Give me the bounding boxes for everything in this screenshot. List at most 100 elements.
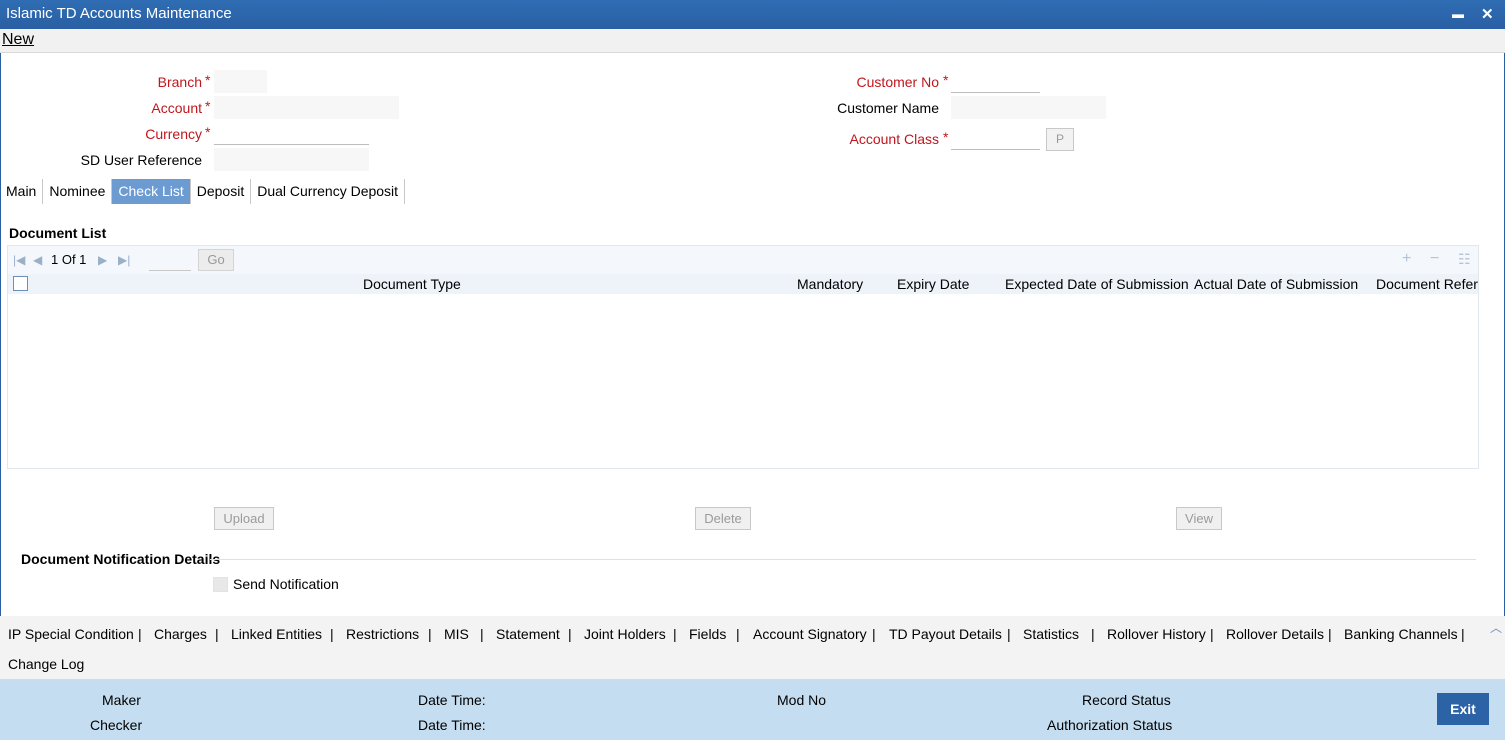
- tab-check-list[interactable]: Check List: [112, 179, 191, 204]
- link-statement[interactable]: Statement: [496, 626, 560, 642]
- document-list-grid: |◀ ◀ 1 Of 1 ▶ ▶| Go + − ☷ Document Type …: [7, 245, 1479, 469]
- separator: |: [1091, 626, 1095, 642]
- account-label: Account: [151, 100, 202, 116]
- currency-field[interactable]: [214, 122, 369, 145]
- next-page-icon[interactable]: ▶: [98, 253, 107, 267]
- tab-dual-currency-deposit[interactable]: Dual Currency Deposit: [251, 179, 406, 204]
- link-mis[interactable]: MIS: [444, 626, 469, 642]
- link-td-payout-details[interactable]: TD Payout Details: [889, 626, 1002, 642]
- required-mark: *: [205, 98, 211, 114]
- checker-label: Checker: [90, 717, 143, 733]
- go-button[interactable]: Go: [198, 249, 234, 271]
- customer-no-label: Customer No: [856, 74, 939, 90]
- previous-page-icon[interactable]: ◀: [33, 253, 42, 267]
- document-list-title: Document List: [9, 225, 107, 241]
- customer-name-field[interactable]: [951, 96, 1106, 119]
- column-expected-date[interactable]: Expected Date of Submission: [1005, 276, 1189, 292]
- column-actual-date[interactable]: Actual Date of Submission: [1194, 276, 1358, 292]
- minimize-icon[interactable]: ▬: [1452, 7, 1464, 21]
- upload-button[interactable]: Upload: [214, 507, 274, 530]
- tab-main[interactable]: Main: [0, 179, 44, 204]
- authorization-status-label: Authorization Status: [1047, 717, 1173, 733]
- column-document-type[interactable]: Document Type: [363, 276, 461, 292]
- column-document-reference[interactable]: Document Referen: [1376, 276, 1478, 292]
- grid-header: Document Type Mandatory Expiry Date Expe…: [8, 274, 1478, 294]
- link-joint-holders[interactable]: Joint Holders: [584, 626, 666, 642]
- maker-label: Maker: [102, 692, 141, 708]
- link-banking-channels[interactable]: Banking Channels: [1344, 626, 1458, 642]
- link-rollover-details[interactable]: Rollover Details: [1226, 626, 1324, 642]
- separator: |: [1007, 626, 1011, 642]
- separator: |: [330, 626, 334, 642]
- customer-name-label: Customer Name: [837, 100, 939, 116]
- first-page-icon[interactable]: |◀: [13, 253, 25, 267]
- required-mark: *: [943, 72, 949, 88]
- link-change-log[interactable]: Change Log: [8, 656, 84, 672]
- link-account-signatory[interactable]: Account Signatory: [753, 626, 867, 642]
- link-rollover-history[interactable]: Rollover History: [1107, 626, 1206, 642]
- tab-bar: Main Nominee Check List Deposit Dual Cur…: [0, 179, 406, 204]
- link-linked-entities[interactable]: Linked Entities: [231, 626, 322, 642]
- delete-button[interactable]: Delete: [695, 507, 751, 530]
- tab-nominee[interactable]: Nominee: [43, 179, 113, 204]
- link-restrictions[interactable]: Restrictions: [346, 626, 419, 642]
- tab-deposit[interactable]: Deposit: [191, 179, 252, 204]
- notification-title: Document Notification Details: [21, 551, 221, 567]
- sd-user-reference-field[interactable]: [214, 148, 369, 171]
- customer-no-field[interactable]: [951, 70, 1040, 93]
- link-ip-special-condition[interactable]: IP Special Condition: [8, 626, 134, 642]
- required-mark: *: [205, 124, 211, 140]
- record-status-label: Record Status: [1082, 692, 1171, 708]
- list-view-icon[interactable]: ☷: [1458, 251, 1471, 268]
- account-class-lookup-button[interactable]: P: [1046, 128, 1074, 151]
- audit-bar: Maker Checker Date Time: Date Time: Mod …: [0, 679, 1505, 740]
- separator: |: [872, 626, 876, 642]
- menu-bar: New: [0, 29, 1505, 53]
- window-titlebar: Islamic TD Accounts Maintenance ▬ ✕: [0, 0, 1505, 29]
- add-row-icon[interactable]: +: [1402, 250, 1411, 268]
- separator: |: [480, 626, 484, 642]
- maker-date-time-label: Date Time:: [418, 692, 486, 708]
- mod-no-label: Mod No: [777, 692, 827, 708]
- delete-row-icon[interactable]: −: [1430, 250, 1439, 268]
- required-mark: *: [205, 72, 211, 88]
- branch-label: Branch: [157, 74, 202, 90]
- column-mandatory[interactable]: Mandatory: [797, 276, 863, 292]
- required-mark: *: [943, 129, 949, 145]
- account-field[interactable]: [214, 96, 399, 119]
- currency-label: Currency: [145, 126, 202, 142]
- branch-field[interactable]: [214, 70, 267, 93]
- column-expiry-date[interactable]: Expiry Date: [897, 276, 969, 292]
- link-statistics[interactable]: Statistics: [1023, 626, 1079, 642]
- link-charges[interactable]: Charges: [154, 626, 207, 642]
- checker-date-time-label: Date Time:: [418, 717, 486, 733]
- exit-button[interactable]: Exit: [1437, 693, 1489, 725]
- window-title: Islamic TD Accounts Maintenance: [6, 5, 232, 22]
- grid-pager: |◀ ◀ 1 Of 1 ▶ ▶| Go + − ☷: [8, 246, 1478, 274]
- page-count: 1 Of 1: [51, 252, 87, 267]
- sd-user-reference-label: SD User Reference: [80, 152, 202, 168]
- select-all-checkbox[interactable]: [13, 276, 28, 291]
- separator: |: [673, 626, 677, 642]
- last-page-icon[interactable]: ▶|: [118, 253, 130, 267]
- new-menu-item[interactable]: New: [2, 31, 34, 49]
- account-class-field[interactable]: [951, 127, 1040, 150]
- separator: |: [215, 626, 219, 642]
- separator: |: [1210, 626, 1214, 642]
- footer-links: IP Special Condition | Charges | Linked …: [0, 616, 1505, 679]
- send-notification-checkbox[interactable]: [213, 577, 228, 592]
- separator: |: [428, 626, 432, 642]
- account-class-label: Account Class: [849, 131, 939, 147]
- page-number-input[interactable]: [149, 249, 191, 271]
- separator: |: [736, 626, 740, 642]
- separator: |: [1328, 626, 1332, 642]
- separator: |: [568, 626, 572, 642]
- close-icon[interactable]: ✕: [1481, 5, 1494, 23]
- chevron-up-icon[interactable]: ︿: [1490, 619, 1502, 636]
- separator: |: [1461, 626, 1465, 642]
- divider: [210, 559, 1476, 560]
- send-notification-label: Send Notification: [233, 576, 339, 592]
- view-button[interactable]: View: [1176, 507, 1222, 530]
- separator: |: [138, 626, 142, 642]
- link-fields[interactable]: Fields: [689, 626, 726, 642]
